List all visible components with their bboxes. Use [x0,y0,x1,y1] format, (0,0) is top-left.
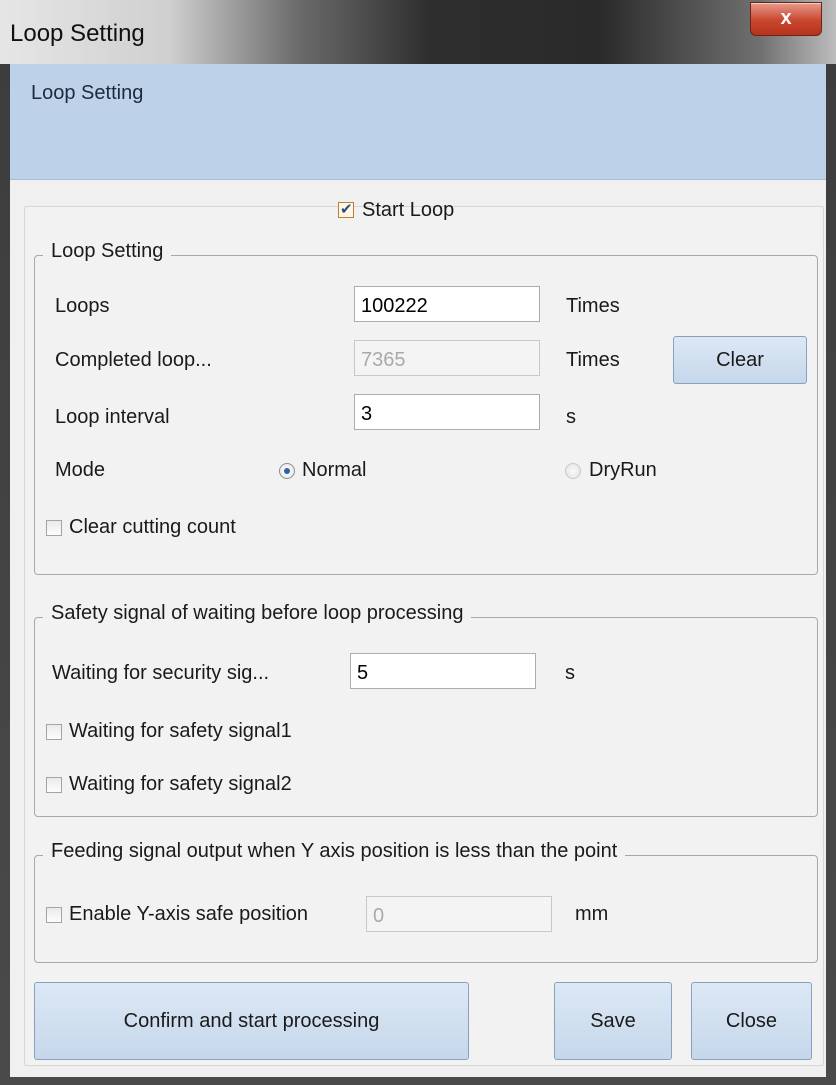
loops-label: Loops [55,295,110,317]
clear-button[interactable]: Clear [673,336,807,384]
safety-signal1-label[interactable]: Waiting for safety signal1 [69,720,292,743]
loop-interval-input[interactable] [354,394,540,430]
loop-interval-unit: s [566,406,576,428]
loops-unit: Times [566,295,620,317]
close-button[interactable]: Close [691,982,812,1060]
completed-loops-label: Completed loop... [55,349,212,371]
safety-signal-legend: Safety signal of waiting before loop pro… [43,602,472,625]
settings-panel: Start Loop Loop Setting Loops Times Comp… [24,199,824,1066]
clear-button-label: Clear [716,348,764,371]
window-close-button[interactable]: x [750,2,822,36]
window-title: Loop Setting [10,20,145,47]
safety-signal1-checkbox[interactable] [46,724,62,740]
feeding-signal-legend: Feeding signal output when Y axis positi… [43,840,626,863]
clear-cutting-count-label[interactable]: Clear cutting count [69,516,236,539]
y-axis-position-input [366,896,552,932]
mode-normal-radio[interactable] [279,463,295,479]
start-loop-label[interactable]: Start Loop [362,199,454,222]
header-title: Loop Setting [31,82,144,104]
close-label: Close [725,1009,778,1032]
enable-y-axis-label[interactable]: Enable Y-axis safe position [69,903,308,926]
completed-loops-unit: Times [566,349,620,371]
header-band: Loop Setting [10,64,826,180]
waiting-security-label: Waiting for security sig... [52,662,270,684]
waiting-security-unit: s [565,662,575,684]
dialog-window: Loop Setting x Loop Setting Start Loop L… [0,0,836,1085]
mode-dryrun-label[interactable]: DryRun [589,459,657,482]
start-loop-checkbox[interactable] [338,200,354,218]
save-button[interactable]: Save [554,982,672,1060]
y-axis-position-unit: mm [575,903,609,925]
close-icon: x [780,7,792,29]
dialog-client-area: Loop Setting Start Loop Loop Setting Loo… [10,64,826,1077]
clear-cutting-count-checkbox[interactable] [46,520,62,536]
safety-signal2-label[interactable]: Waiting for safety signal2 [69,773,292,796]
loop-setting-group: Loop Setting Loops Times Completed loop.… [34,240,818,575]
mode-dryrun-radio[interactable] [565,463,581,479]
feeding-signal-group: Feeding signal output when Y axis positi… [34,840,818,963]
save-label: Save [590,1009,636,1032]
enable-y-axis-checkbox[interactable] [46,907,62,923]
loops-input[interactable] [354,286,540,322]
waiting-security-input[interactable] [350,653,536,689]
safety-signal2-checkbox[interactable] [46,777,62,793]
confirm-start-label: Confirm and start processing [123,1009,380,1032]
loop-interval-label: Loop interval [55,406,170,428]
confirm-start-button[interactable]: Confirm and start processing [34,982,469,1060]
title-bar[interactable]: Loop Setting x [0,0,836,64]
loop-setting-legend: Loop Setting [43,240,172,263]
completed-loops-input [354,340,540,376]
mode-normal-label[interactable]: Normal [302,459,366,482]
safety-signal-group: Safety signal of waiting before loop pro… [34,602,818,817]
mode-label: Mode [55,459,106,481]
